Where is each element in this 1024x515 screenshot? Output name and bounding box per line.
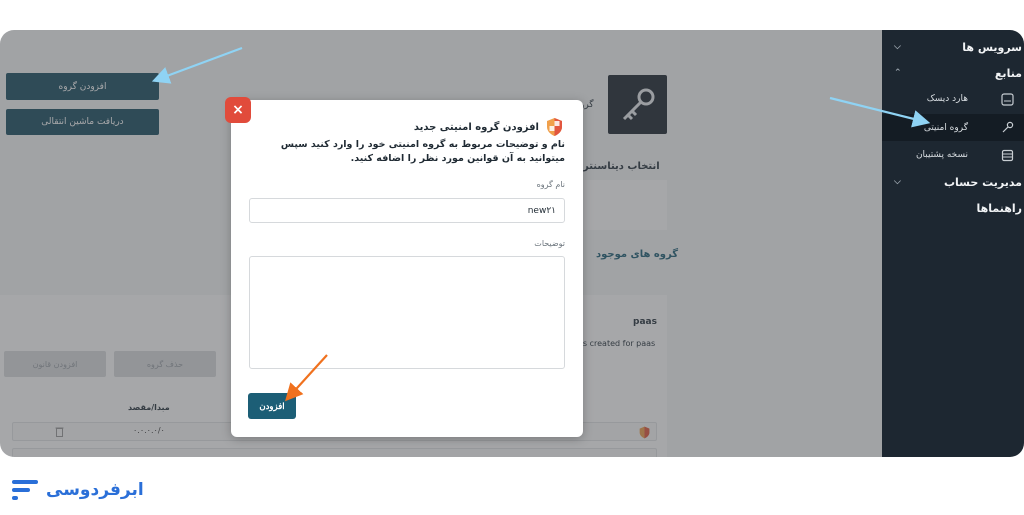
sidebar-item-services[interactable]: سرویس ها ⌵: [882, 38, 1024, 56]
sidebar-item-hard-disk[interactable]: هارد دیسک: [882, 88, 1024, 110]
brand-mark-icon: [12, 480, 38, 500]
chevron-down-icon: ⌵: [894, 42, 901, 52]
add-security-group-modal: افزودن گروه امنیتی جدید نام و توضیحات مر…: [231, 100, 583, 437]
close-icon[interactable]: ×: [225, 97, 251, 123]
description-textarea[interactable]: [249, 256, 565, 369]
sidebar-item-security-group[interactable]: گروه امنیتی: [882, 114, 1024, 141]
sidebar: سرویس ها ⌵ منابع ⌃ هارد دیسک گروه امنیتی…: [882, 30, 1024, 457]
sidebar-item-guides[interactable]: راهنماها: [882, 199, 1024, 217]
sidebar-item-label: گروه امنیتی: [923, 122, 968, 133]
submit-button[interactable]: افزودن: [248, 393, 296, 419]
brand-logo: ابرفردوسی: [12, 476, 144, 504]
brand-name: ابرفردوسی: [46, 480, 144, 500]
sidebar-item-label: سرویس ها: [962, 40, 1022, 54]
disk-icon: [1001, 92, 1014, 106]
database-icon: [1001, 149, 1014, 161]
chevron-down-icon: ⌵: [894, 177, 901, 187]
shield-icon: [547, 118, 562, 136]
modal-description: نام و توضیحات مربوط به گروه امنیتی خود ر…: [280, 139, 565, 164]
group-name-input[interactable]: [249, 198, 565, 223]
sidebar-item-label: راهنماها: [976, 201, 1022, 215]
sidebar-item-backup[interactable]: نسخه پشتیبان: [882, 144, 1024, 166]
group-name-label: نام گروه: [536, 180, 565, 189]
sidebar-item-label: منابع: [994, 66, 1022, 80]
app-frame: افزودن گروه دریافت ماشین انتقالی گرو انت…: [0, 30, 1024, 457]
modal-title: افزودن گروه امنیتی جدید: [413, 122, 539, 133]
chevron-up-icon: ⌃: [894, 68, 902, 78]
key-icon: [1002, 121, 1014, 133]
sidebar-item-label: مدیریت حساب: [943, 175, 1022, 189]
sidebar-item-label: هارد دیسک: [926, 94, 968, 104]
sidebar-item-label: نسخه پشتیبان: [915, 150, 968, 160]
sidebar-item-resources[interactable]: منابع ⌃: [882, 64, 1024, 82]
description-label: توضیحات: [534, 239, 565, 248]
sidebar-item-account-management[interactable]: مدیریت حساب ⌵: [882, 173, 1024, 191]
